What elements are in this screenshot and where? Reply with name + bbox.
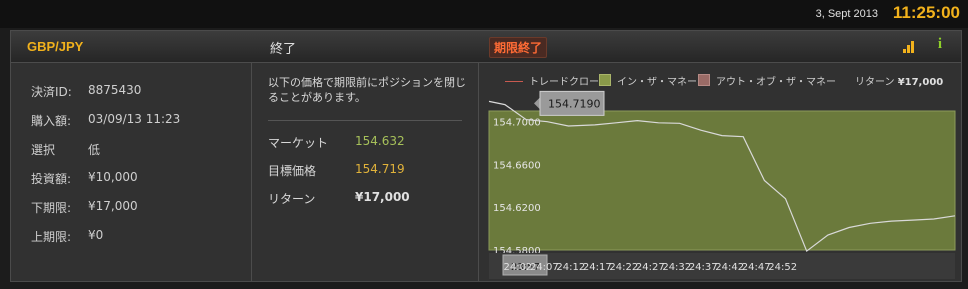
market-value: 154.632 (355, 134, 405, 148)
target-value: 154.719 (355, 162, 405, 176)
x-tick-label: 24:32 (662, 262, 691, 273)
x-tick-label: 24:52 (768, 262, 797, 273)
currency-pair: GBP/JPY (27, 39, 84, 54)
detail-label: 投資額: (31, 172, 72, 186)
in-the-money-region (488, 110, 956, 251)
x-tick-label: 24:07 (530, 262, 559, 273)
x-tick-label: 24:12 (556, 262, 585, 273)
x-tick-label: 24:42 (715, 262, 744, 273)
target-label: 目標価格 (268, 164, 317, 178)
y-tick-label: 154.6200 (493, 203, 541, 214)
return-value: ¥17,000 (355, 190, 410, 204)
x-tick-label: 24:22 (609, 262, 638, 273)
y-tick-label: 154.6600 (493, 160, 541, 171)
detail-label: 下期限: (31, 201, 72, 215)
x-tick-label: 24:27 (636, 262, 665, 273)
divider (268, 120, 462, 121)
x-tick-label: 24:02 (503, 262, 532, 273)
detail-label: 決済ID: (31, 85, 72, 99)
expired-badge: 期限終了 (489, 37, 548, 58)
market-label: マーケット (268, 136, 329, 150)
info-icon[interactable]: i (935, 36, 945, 54)
detail-value: ¥10,000 (88, 170, 138, 184)
price-summary: 以下の価格で期限前にポジションを閉じることがあります。 マーケット 154.63… (252, 63, 479, 281)
detail-value: ¥17,000 (88, 199, 138, 213)
detail-value: 低 (88, 143, 101, 157)
trade-panel: GBP/JPY 終了 期限終了 i 決済ID: 8875430 購入額: 03/… (10, 30, 962, 282)
trade-header: GBP/JPY 終了 期限終了 i (11, 31, 961, 63)
return-label: リターン (268, 192, 316, 206)
price-chart: 154.7000154.6600154.6200154.580023:5724:… (488, 90, 956, 279)
x-tick-label: 24:47 (742, 262, 771, 273)
detail-label: 上期限: (31, 230, 72, 244)
tooltip-arrow (534, 97, 540, 110)
detail-label: 選択 (31, 143, 56, 157)
x-tick-label: 24:17 (583, 262, 612, 273)
signal-bars-icon[interactable] (903, 39, 917, 53)
detail-value: 03/09/13 11:23 (88, 112, 181, 126)
clock-time: 11:25:00 (892, 3, 960, 22)
x-tick-label: 24:37 (689, 262, 718, 273)
y-tick-label: 154.7000 (493, 118, 541, 129)
top-bar: 3, Sept 2013 11:25:00 (0, 0, 968, 28)
detail-value: ¥0 (88, 228, 104, 242)
close-note: 以下の価格で期限前にポジションを閉じることがあります。 (268, 76, 466, 104)
detail-value: 8875430 (88, 83, 142, 97)
detail-label: 購入額: (31, 114, 72, 128)
chart-area: トレードクローズ イン・ザ・マネー アウト・オブ・ザ・マネー リターン ¥17,… (479, 63, 961, 281)
tooltip-value: 154.7190 (548, 97, 601, 110)
trade-status: 終了 (270, 42, 297, 57)
trade-details: 決済ID: 8875430 購入額: 03/09/13 11:23 選択 低 投… (11, 63, 252, 281)
date-text: 3, Sept 2013 (815, 8, 878, 20)
